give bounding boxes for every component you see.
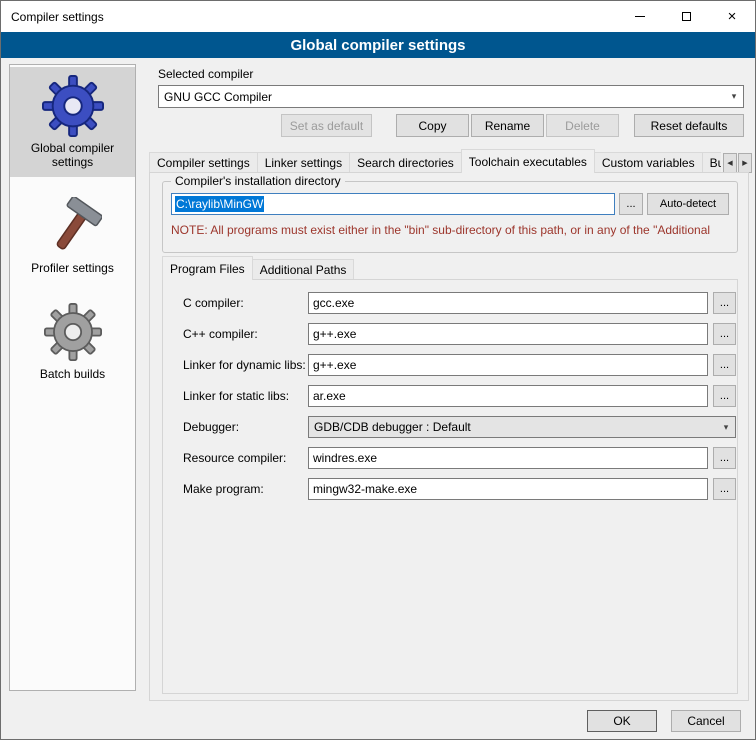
static-linker-label: Linker for static libs: xyxy=(183,385,289,407)
tab-additional-paths[interactable]: Additional Paths xyxy=(252,259,355,280)
titlebar: Compiler settings × xyxy=(1,1,755,32)
dynamic-linker-label: Linker for dynamic libs: xyxy=(183,354,306,376)
resource-compiler-row: Resource compiler: ... xyxy=(163,447,737,469)
dynamic-linker-row: Linker for dynamic libs: ... xyxy=(163,354,737,376)
reset-defaults-button[interactable]: Reset defaults xyxy=(634,114,744,137)
window-title: Compiler settings xyxy=(1,10,104,24)
dynamic-linker-input[interactable] xyxy=(308,354,708,376)
compiler-tabs: Compiler settings Linker settings Search… xyxy=(149,149,721,173)
sidebar-item-label: Batch builds xyxy=(12,365,133,381)
tab-program-files[interactable]: Program Files xyxy=(162,256,253,280)
cpp-compiler-browse-button[interactable]: ... xyxy=(713,323,736,345)
ok-button[interactable]: OK xyxy=(587,710,657,732)
installation-directory-row: C:\raylib\MinGW ... Auto-detect xyxy=(171,193,729,215)
sidebar-item-batch-builds[interactable]: Batch builds xyxy=(10,293,135,389)
resource-compiler-input[interactable] xyxy=(308,447,708,469)
settings-sidebar: Global compiler settings Profiler settin… xyxy=(9,64,136,691)
cpp-compiler-label: C++ compiler: xyxy=(183,323,258,345)
sidebar-item-profiler-settings[interactable]: Profiler settings xyxy=(10,187,135,283)
static-linker-row: Linker for static libs: ... xyxy=(163,385,737,407)
selected-compiler-dropdown[interactable]: GNU GCC Compiler ▾ xyxy=(158,85,744,108)
c-compiler-input[interactable] xyxy=(308,292,708,314)
rename-button[interactable]: Rename xyxy=(471,114,544,137)
install-dir-value: C:\raylib\MinGW xyxy=(175,196,264,212)
make-program-browse-button[interactable]: ... xyxy=(713,478,736,500)
set-as-default-button[interactable]: Set as default xyxy=(281,114,372,137)
cpp-compiler-input[interactable] xyxy=(308,323,708,345)
tab-build-options[interactable]: Build options xyxy=(702,152,721,173)
sidebar-item-label: Global compiler settings xyxy=(12,139,133,169)
install-dir-browse-button[interactable]: ... xyxy=(619,193,643,215)
c-compiler-row: C compiler: ... xyxy=(163,292,737,314)
tab-scroll-right-button[interactable]: ▶ xyxy=(738,153,752,173)
tab-compiler-settings[interactable]: Compiler settings xyxy=(149,152,258,173)
static-linker-input[interactable] xyxy=(308,385,708,407)
sidebar-item-label: Profiler settings xyxy=(12,259,133,275)
debugger-label: Debugger: xyxy=(183,416,239,438)
sidebar-item-global-compiler-settings[interactable]: Global compiler settings xyxy=(10,67,135,177)
arrow-left-icon: ◀ xyxy=(727,159,732,167)
delete-button[interactable]: Delete xyxy=(546,114,619,137)
maximize-icon xyxy=(682,12,691,21)
gear-gray-icon xyxy=(12,299,133,365)
page-title: Global compiler settings xyxy=(1,32,755,58)
make-program-label: Make program: xyxy=(183,478,264,500)
autodetect-button[interactable]: Auto-detect xyxy=(647,193,729,215)
resource-compiler-label: Resource compiler: xyxy=(183,447,286,469)
tab-scroll-left-button[interactable]: ◀ xyxy=(723,153,737,173)
cancel-button[interactable]: Cancel xyxy=(671,710,741,732)
dynamic-linker-browse-button[interactable]: ... xyxy=(713,354,736,376)
program-files-panel: C compiler: ... C++ compiler: ... Linker… xyxy=(162,279,738,694)
chevron-down-icon: ▾ xyxy=(717,422,735,433)
make-program-row: Make program: ... xyxy=(163,478,737,500)
install-dir-input[interactable]: C:\raylib\MinGW xyxy=(171,193,615,215)
tab-toolchain-executables[interactable]: Toolchain executables xyxy=(461,149,595,173)
static-linker-browse-button[interactable]: ... xyxy=(713,385,736,407)
gear-blue-icon xyxy=(12,73,133,139)
minimize-button[interactable] xyxy=(617,1,663,32)
close-icon: × xyxy=(728,9,737,24)
tab-linker-settings[interactable]: Linker settings xyxy=(257,152,350,173)
c-compiler-label: C compiler: xyxy=(183,292,244,314)
compiler-settings-dialog: Compiler settings × Global compiler sett… xyxy=(0,0,756,740)
tab-search-directories[interactable]: Search directories xyxy=(349,152,462,173)
installation-directory-group: Compiler's installation directory C:\ray… xyxy=(162,181,738,253)
minimize-icon xyxy=(635,16,645,17)
chevron-down-icon: ▾ xyxy=(725,91,743,102)
maximize-button[interactable] xyxy=(663,1,709,32)
debugger-value: GDB/CDB debugger : Default xyxy=(314,420,717,434)
close-button[interactable]: × xyxy=(709,1,755,32)
make-program-input[interactable] xyxy=(308,478,708,500)
main-content: Selected compiler GNU GCC Compiler ▾ Set… xyxy=(146,61,749,707)
selected-compiler-value: GNU GCC Compiler xyxy=(164,90,725,104)
profiler-tool-icon xyxy=(12,193,133,259)
program-tabs: Program Files Additional Paths xyxy=(162,257,353,280)
bin-subdirectory-note: NOTE: All programs must exist either in … xyxy=(171,223,733,237)
resource-compiler-browse-button[interactable]: ... xyxy=(713,447,736,469)
copy-button[interactable]: Copy xyxy=(396,114,469,137)
c-compiler-browse-button[interactable]: ... xyxy=(713,292,736,314)
cpp-compiler-row: C++ compiler: ... xyxy=(163,323,737,345)
tab-custom-variables[interactable]: Custom variables xyxy=(594,152,703,173)
debugger-row: Debugger: GDB/CDB debugger : Default ▾ xyxy=(163,416,737,438)
debugger-dropdown[interactable]: GDB/CDB debugger : Default ▾ xyxy=(308,416,736,438)
selected-compiler-label: Selected compiler xyxy=(158,67,253,81)
arrow-right-icon: ▶ xyxy=(742,159,747,167)
toolchain-executables-panel: Compiler's installation directory C:\ray… xyxy=(149,172,749,701)
window-controls: × xyxy=(617,1,755,32)
installation-directory-legend: Compiler's installation directory xyxy=(171,174,345,188)
